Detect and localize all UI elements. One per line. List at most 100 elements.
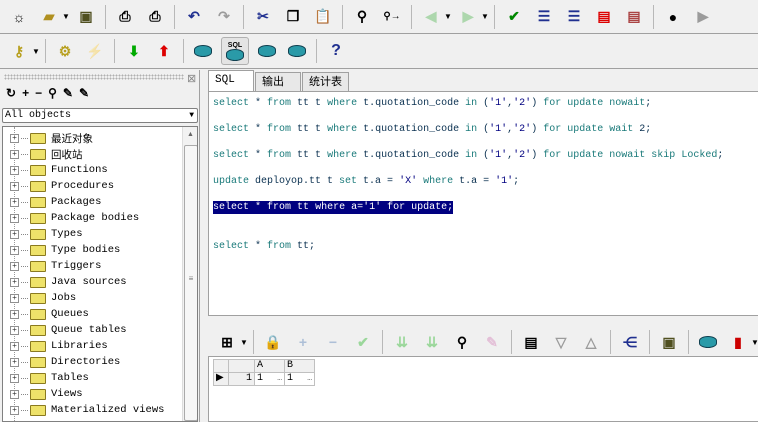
export-icon[interactable]: ⬆ <box>152 39 176 63</box>
object-filter-select[interactable]: All objects ▼ <box>2 108 198 123</box>
table-row[interactable]: ▶ 1 1 … 1 … <box>213 372 315 386</box>
back-icon[interactable]: ◀ <box>419 5 443 29</box>
scroll-up-icon[interactable]: ▲ <box>183 127 197 138</box>
tree-node[interactable]: + Tables <box>10 370 89 386</box>
tab-statistics[interactable]: 统计表 <box>302 72 349 91</box>
remove-icon[interactable]: − <box>35 86 42 100</box>
tree-node[interactable]: + Type bodies <box>10 242 120 258</box>
expand-icon[interactable]: + <box>10 133 19 143</box>
sort-desc-icon[interactable]: ▽ <box>549 330 573 354</box>
sort-asc-icon[interactable]: △ <box>579 330 603 354</box>
import-icon[interactable]: ⬇ <box>122 39 146 63</box>
filter-edit-icon[interactable]: ✎ <box>79 86 89 100</box>
expand-icon[interactable]: + <box>10 165 19 175</box>
filter-icon[interactable]: ✎ <box>63 86 73 100</box>
expand-icon[interactable]: + <box>10 149 19 159</box>
copy-icon[interactable]: ❐ <box>281 5 305 29</box>
add-icon[interactable]: + <box>22 86 29 100</box>
key-dropdown-icon[interactable]: ▼ <box>31 47 41 56</box>
paste-icon[interactable]: 📋 <box>311 5 335 29</box>
print-setup-icon[interactable]: ⎙ <box>143 5 167 29</box>
tree-node[interactable]: + Package bodies <box>10 210 139 226</box>
db-find-icon[interactable] <box>255 39 279 63</box>
db-export-icon[interactable] <box>696 330 720 354</box>
tree-node[interactable]: + Views <box>10 386 83 402</box>
column-header-b[interactable]: B <box>284 359 315 373</box>
new-file-icon[interactable]: ☼ <box>7 5 31 29</box>
grid-dropdown-icon[interactable]: ▼ <box>239 338 249 347</box>
chart-dropdown-icon[interactable]: ▼ <box>750 338 758 347</box>
open-dropdown-icon[interactable]: ▼ <box>61 12 71 21</box>
undo-icon[interactable]: ↶ <box>182 5 206 29</box>
open-folder-icon[interactable]: ▰ <box>37 5 61 29</box>
tree-node[interactable]: + Queue tables <box>10 322 127 338</box>
sql-line[interactable]: select * from tt t where t.quotation_cod… <box>213 123 651 136</box>
cell-a[interactable]: 1 … <box>254 372 285 386</box>
fetch-next-icon[interactable]: ⇊ <box>390 330 414 354</box>
sql-line[interactable]: select * from tt; <box>213 240 315 253</box>
refresh-icon[interactable]: ↻ <box>6 86 16 100</box>
delete-record-icon[interactable]: − <box>321 330 345 354</box>
cell-b[interactable]: 1 … <box>284 372 315 386</box>
back-dropdown-icon[interactable]: ▼ <box>443 12 453 21</box>
sql-line[interactable]: select * from tt t where t.quotation_cod… <box>213 97 651 110</box>
syntax-check-icon[interactable]: ✔ <box>502 5 526 29</box>
tab-sql[interactable]: SQL <box>208 70 254 91</box>
expand-icon[interactable]: + <box>10 229 19 239</box>
find-icon[interactable]: ⚲ <box>48 86 57 100</box>
expand-icon[interactable]: + <box>10 373 19 383</box>
sql-editor[interactable]: select * from tt t where t.quotation_cod… <box>208 91 758 316</box>
tree-node[interactable]: + Triggers <box>10 258 101 274</box>
chart-icon[interactable]: ▮ <box>726 330 750 354</box>
print-icon[interactable]: ⎙ <box>113 5 137 29</box>
tree-node[interactable]: +S... <box>10 418 76 421</box>
cut-icon[interactable]: ✂ <box>251 5 275 29</box>
redo-icon[interactable]: ↷ <box>212 5 236 29</box>
plug-icon[interactable]: ⚡ <box>83 39 107 63</box>
grid-layout-icon[interactable]: ⊞ <box>215 330 239 354</box>
expand-icon[interactable]: + <box>10 293 19 303</box>
tree-node[interactable]: + Packages <box>10 194 101 210</box>
post-changes-icon[interactable]: ✔ <box>351 330 375 354</box>
find-icon[interactable]: ⚲ <box>450 330 474 354</box>
unindent-icon[interactable]: ☰ <box>562 5 586 29</box>
tab-output[interactable]: 输出 <box>255 72 301 91</box>
expand-icon[interactable]: + <box>10 405 19 415</box>
record-macro-icon[interactable]: ● <box>661 5 685 29</box>
expand-icon[interactable]: + <box>10 341 19 351</box>
play-macro-icon[interactable]: ▶ <box>691 5 715 29</box>
tree-node[interactable]: + 最近对象 <box>10 130 93 146</box>
lock-icon[interactable]: 🔒 <box>261 330 285 354</box>
tree-node[interactable]: + Java sources <box>10 274 127 290</box>
column-header-a[interactable]: A <box>254 359 285 373</box>
sql-line[interactable]: update deployop.tt t set t.a = 'X' where… <box>213 175 519 188</box>
gear-icon[interactable]: ⚙ <box>53 39 77 63</box>
db-remove-icon[interactable] <box>285 39 309 63</box>
tree-node[interactable]: + Materialized views <box>10 402 164 418</box>
uncomment-icon[interactable]: ▤ <box>622 5 646 29</box>
tree-node[interactable]: + 回收站 <box>10 146 83 162</box>
tree-node[interactable]: + Jobs <box>10 290 76 306</box>
panel-grip[interactable] <box>4 74 184 80</box>
expand-icon[interactable]: + <box>10 277 19 287</box>
help-icon[interactable]: ? <box>324 39 348 63</box>
save-results-icon[interactable]: ▣ <box>657 330 681 354</box>
save-icon[interactable]: ▣ <box>74 5 98 29</box>
expand-icon[interactable]: + <box>10 261 19 271</box>
expand-icon[interactable]: + <box>10 389 19 399</box>
find-next-icon[interactable]: ⚲→ <box>380 5 404 29</box>
expand-icon[interactable]: + <box>10 357 19 367</box>
sql-line[interactable]: select * from tt where a='1' for update; <box>213 201 454 214</box>
forward-dropdown-icon[interactable]: ▼ <box>480 12 490 21</box>
expand-icon[interactable]: + <box>10 181 19 191</box>
clear-icon[interactable]: ✎ <box>480 330 504 354</box>
cell-ellipsis-button[interactable]: … <box>277 373 282 385</box>
indent-icon[interactable]: ☰ <box>532 5 556 29</box>
tree-node[interactable]: + Procedures <box>10 178 114 194</box>
expand-icon[interactable]: + <box>10 325 19 335</box>
expand-icon[interactable]: + <box>10 309 19 319</box>
db-light-icon[interactable] <box>191 39 215 63</box>
scrollbar-thumb[interactable]: ≡ <box>184 145 197 421</box>
expand-icon[interactable]: + <box>10 245 19 255</box>
expand-icon[interactable]: + <box>10 197 19 207</box>
